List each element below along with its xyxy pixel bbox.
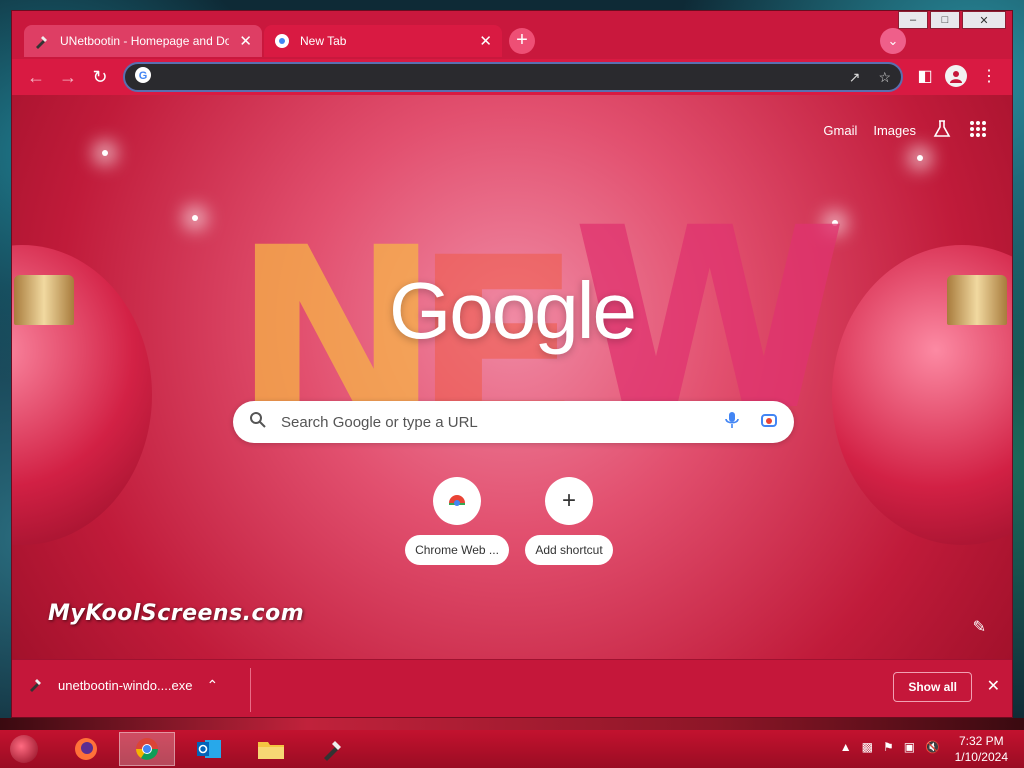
clock-date: 1/10/2024 — [954, 750, 1008, 764]
search-placeholder: Search Google or type a URL — [281, 413, 478, 431]
start-button[interactable] — [10, 735, 38, 763]
address-bar[interactable]: G ↗ ☆ — [123, 62, 903, 92]
watermark-text: MyKoolScreens.com — [48, 601, 305, 626]
tab-search-button[interactable]: ⌄ — [880, 28, 906, 54]
camera-lens-icon[interactable] — [760, 411, 778, 434]
sparkle-decoration — [102, 150, 108, 156]
chrome-web-store-icon — [433, 477, 481, 525]
close-tab-icon[interactable]: ✕ — [239, 32, 252, 50]
show-all-button[interactable]: Show all — [893, 672, 972, 702]
show-hidden-icons-icon[interactable]: ▲ — [840, 740, 852, 754]
side-panel-icon[interactable]: ◧ — [913, 65, 937, 89]
tab-title: New Tab — [300, 34, 347, 48]
unetbootin-icon — [34, 33, 50, 49]
google-logo: Google — [389, 266, 637, 355]
download-item[interactable]: unetbootin-windo....exe ⌃ — [28, 676, 218, 695]
minimize-button[interactable]: – — [898, 11, 928, 29]
download-bar: unetbootin-windo....exe ⌃ Show all ✕ — [12, 659, 1012, 717]
chevron-up-icon[interactable]: ⌃ — [206, 677, 218, 694]
images-link[interactable]: Images — [873, 123, 916, 138]
shortcut-label: Add shortcut — [525, 535, 613, 565]
back-button[interactable]: ← — [24, 65, 48, 89]
close-tab-icon[interactable]: ✕ — [479, 32, 492, 50]
file-explorer-icon[interactable] — [243, 732, 299, 766]
sparkle-decoration — [192, 215, 198, 221]
divider — [250, 668, 251, 712]
taskbar: ▲ ▩ ⚑ ▣ 🔇 7:32 PM 1/10/2024 — [0, 730, 1024, 768]
tab-unetbootin[interactable]: UNetbootin - Homepage and Do ✕ — [24, 25, 262, 57]
download-filename: unetbootin-windo....exe — [58, 678, 193, 693]
window-controls: – □ ✕ — [898, 11, 1006, 29]
avatar — [945, 65, 967, 87]
tab-title: UNetbootin - Homepage and Do — [60, 34, 230, 48]
chrome-icon — [274, 33, 290, 49]
shortcut-add[interactable]: + Add shortcut — [517, 477, 621, 565]
new-tab-page: N E W Gmail Images Google Search Google … — [12, 95, 1012, 659]
svg-text:G: G — [139, 70, 148, 82]
shortcut-label: Chrome Web ... — [405, 535, 509, 565]
microphone-icon[interactable] — [724, 411, 740, 434]
flag-icon[interactable]: ⚑ — [883, 740, 894, 754]
chrome-icon[interactable] — [119, 732, 175, 766]
clock[interactable]: 7:32 PM 1/10/2024 — [955, 733, 1008, 765]
google-g-icon: G — [135, 66, 151, 88]
tab-new-tab[interactable]: New Tab ✕ — [264, 25, 502, 57]
desktop-strip — [0, 718, 1024, 730]
menu-kebab-icon[interactable]: ⋮ — [977, 65, 1001, 89]
new-tab-button[interactable]: + — [509, 28, 535, 54]
shortcut-chrome-web-store[interactable]: Chrome Web ... — [405, 477, 509, 565]
customize-pencil-icon[interactable]: ✎ — [973, 617, 986, 637]
display-icon[interactable]: ▣ — [904, 740, 915, 754]
gmail-link[interactable]: Gmail — [823, 123, 857, 138]
firefox-icon[interactable] — [58, 732, 114, 766]
labs-flask-icon[interactable] — [932, 119, 952, 142]
reload-button[interactable]: ↻ — [88, 65, 112, 89]
search-box[interactable]: Search Google or type a URL — [233, 401, 794, 443]
apps-grid-icon[interactable] — [968, 119, 988, 142]
sparkle-decoration — [917, 155, 923, 161]
system-tray: ▲ ▩ ⚑ ▣ 🔇 — [840, 740, 940, 754]
volume-muted-icon[interactable]: 🔇 — [925, 740, 940, 754]
bookmark-star-icon[interactable]: ☆ — [878, 69, 891, 86]
browser-window: – □ ✕ UNetbootin - Homepage and Do ✕ New… — [11, 10, 1013, 718]
share-icon[interactable]: ↗ — [849, 69, 861, 86]
top-links: Gmail Images — [823, 119, 988, 142]
outlook-icon[interactable] — [181, 732, 237, 766]
toolbar: ← → ↻ G ↗ ☆ ◧ ⋮ — [12, 59, 1012, 95]
unetbootin-icon[interactable] — [305, 732, 361, 766]
unetbootin-icon — [28, 676, 44, 695]
clock-time: 7:32 PM — [958, 734, 1004, 748]
profile-button[interactable] — [944, 65, 968, 89]
address-input[interactable] — [159, 69, 831, 85]
network-icon[interactable]: ▩ — [862, 740, 873, 754]
forward-button[interactable]: → — [56, 65, 80, 89]
close-window-button[interactable]: ✕ — [962, 11, 1006, 29]
search-icon — [249, 411, 267, 434]
plus-icon: + — [545, 477, 593, 525]
maximize-button[interactable]: □ — [930, 11, 960, 29]
close-download-bar-icon[interactable]: ✕ — [987, 676, 1000, 696]
tab-strip: – □ ✕ UNetbootin - Homepage and Do ✕ New… — [12, 11, 1012, 59]
